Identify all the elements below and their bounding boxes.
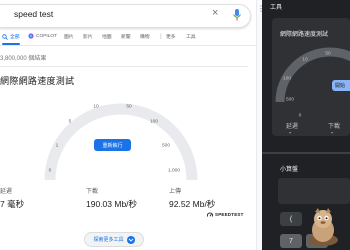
tab-images[interactable]: 圖片 <box>64 33 74 40</box>
upload-metric: 上傳 92.52 Mb/秒 <box>169 186 215 210</box>
explore-more-tools-label: 探索更多工具 <box>93 237 124 243</box>
side-download-value: - <box>331 130 334 137</box>
results-count: 3,800,000 個結果 <box>0 56 47 62</box>
tabs-divider <box>0 45 258 46</box>
rerun-test-button[interactable]: 重新執行 <box>94 139 131 151</box>
search-box[interactable]: speed test × <box>0 4 251 28</box>
tab-more[interactable]: ⋮ 更多 <box>158 33 176 40</box>
tab-shopping[interactable]: 購物 <box>140 33 150 40</box>
side-panel-separator <box>262 152 350 154</box>
latency-label: 延遲 <box>0 189 13 195</box>
tab-videos-label: 影片 <box>83 35 93 40</box>
tab-news-label: 新聞 <box>121 35 131 40</box>
latency-value: 7 毫秒 <box>0 199 25 209</box>
tab-tools-label: 工具 <box>186 35 196 40</box>
calculator-title: 小算盤 <box>280 167 299 173</box>
gauge-label-100: 100 <box>149 119 159 125</box>
side-gauge-label-100: 100 <box>282 76 292 82</box>
gauge-label-50: 50 <box>126 104 132 110</box>
tab-more-label: 更多 <box>166 35 176 40</box>
upload-value: 92.52 Mb/秒 <box>169 199 216 209</box>
tab-copilot[interactable]: COPILOT <box>28 33 57 39</box>
tab-maps-label: 地圖 <box>102 35 112 40</box>
chevron-down-icon <box>126 235 135 244</box>
tab-all[interactable]: 全部 <box>2 33 20 40</box>
tab-maps[interactable]: 地圖 <box>102 33 112 40</box>
side-latency-value: - <box>289 130 292 137</box>
search-query[interactable]: speed test <box>14 9 53 19</box>
tab-videos[interactable]: 影片 <box>83 33 93 40</box>
side-panel-title: 工具 <box>270 5 283 11</box>
gauge-label-0: 0 <box>48 168 52 174</box>
side-gauge-label-50: 50 <box>325 51 331 57</box>
tab-tools[interactable]: 工具 <box>186 33 196 40</box>
copilot-icon <box>28 33 34 39</box>
tab-all-label: 全部 <box>10 35 20 40</box>
side-latency-label: 延遲 <box>286 124 299 130</box>
side-gauge-label-0: 0 <box>298 113 302 119</box>
clear-icon[interactable]: × <box>212 7 218 19</box>
gauge-label-1: 1 <box>55 143 59 149</box>
speedtest-logo: SPEEDTEST <box>207 212 244 217</box>
tab-images-label: 圖片 <box>64 35 74 40</box>
mascot-sticker <box>308 208 338 246</box>
gauge-label-10: 10 <box>93 104 99 110</box>
explore-more-tools-button[interactable]: 探索更多工具 <box>84 232 144 247</box>
search-icon <box>2 33 8 40</box>
side-start-button[interactable]: 開始 <box>332 80 350 91</box>
speedtest-title: 網際網路速度測試 <box>0 76 75 86</box>
download-value: 190.03 Mb/秒 <box>86 199 138 209</box>
gauge-label-500: 500 <box>161 143 171 149</box>
upload-label: 上傳 <box>169 189 182 195</box>
side-gauge-label-10: 10 <box>302 57 308 63</box>
side-panel-titlebar: 工具 <box>262 0 350 12</box>
calc-key-paren[interactable]: ( <box>280 212 302 226</box>
gauge-label-5: 5 <box>68 119 72 125</box>
calculator-display <box>278 178 350 204</box>
search-results-pane: speed test × 全部 COPILOT 圖片 影片 地圖 新聞 購物 ⋮… <box>0 0 262 250</box>
tab-shopping-label: 購物 <box>140 35 150 40</box>
search-tabs: 全部 COPILOT 圖片 影片 地圖 新聞 購物 ⋮ 更多 工具 <box>0 33 258 45</box>
side-gauge-label-500: 500 <box>285 97 295 103</box>
side-download-label: 下載 <box>328 124 341 130</box>
speedtest-logo-icon <box>207 212 213 217</box>
speedtest-logo-text: SPEEDTEST <box>215 212 244 217</box>
download-metric: 下載 190.03 Mb/秒 <box>86 186 137 210</box>
calc-key-7[interactable]: 7 <box>280 234 302 248</box>
download-label: 下載 <box>86 189 99 195</box>
side-speedtest-title: 網際網路速度測試 <box>280 32 329 38</box>
tab-news[interactable]: 新聞 <box>121 33 131 40</box>
more-dots-icon: ⋮ <box>158 34 164 40</box>
latency-metric: 延遲 7 毫秒 <box>0 186 24 210</box>
mic-icon[interactable] <box>232 9 242 21</box>
tab-copilot-label: COPILOT <box>36 33 58 39</box>
gauge-label-1000: 1,000 <box>167 168 181 174</box>
